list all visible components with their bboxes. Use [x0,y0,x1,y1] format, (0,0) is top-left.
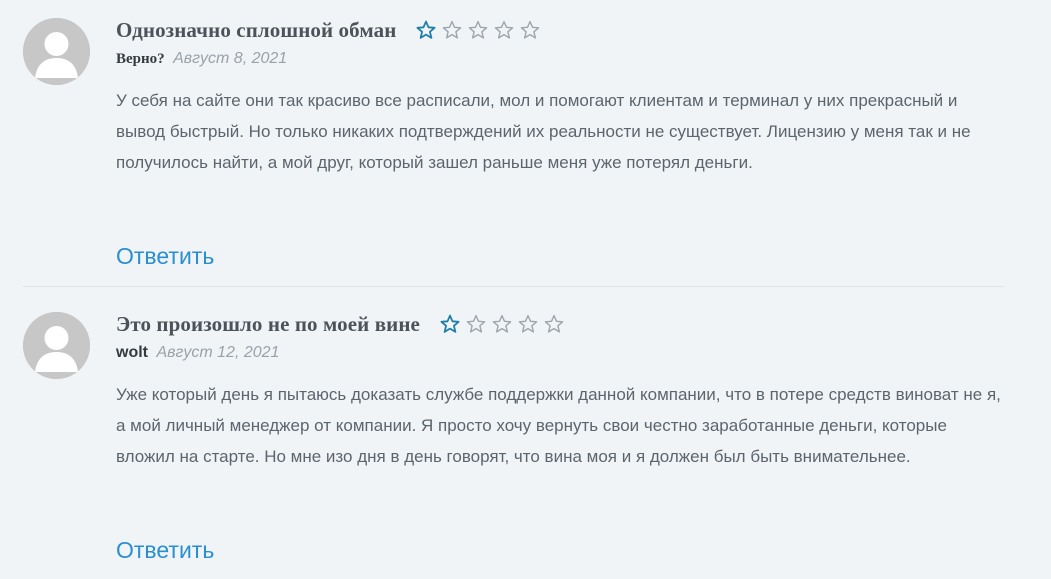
star-empty-icon [544,314,564,333]
review-author: wolt [116,344,148,361]
star-filled-icon [416,20,436,39]
review-author: Верно? [116,51,165,67]
star-empty-icon [495,20,514,39]
star-empty-icon [466,314,486,333]
reviews-list: Однозначно сплошной обман Верно? Август … [0,0,1051,579]
review-date: Август 12, 2021 [156,344,280,361]
user-silhouette-icon [23,312,90,379]
divider [23,286,1005,287]
star-empty-icon [521,20,540,39]
reply-link[interactable]: Ответить [116,537,214,564]
review-header: Это произошло не по моей вине [116,311,564,337]
reply-link[interactable]: Ответить [116,243,214,270]
avatar [23,312,90,379]
review-meta: Верно? Август 8, 2021 [116,50,287,68]
avatar [23,18,90,85]
user-silhouette-icon [23,18,90,85]
review-title: Однозначно сплошной обман [116,17,397,42]
star-empty-icon [492,314,512,333]
review-title: Это произошло не по моей вине [116,311,420,336]
review-text: У себя на сайте они так красиво все расп… [116,91,971,172]
review-text: Уже который день я пытаюсь доказать служ… [116,385,1001,466]
review-date: Август 8, 2021 [173,50,288,67]
star-empty-icon [469,20,488,39]
review-meta: wolt Август 12, 2021 [116,344,279,362]
review-header: Однозначно сплошной обман [116,17,540,43]
star-empty-icon [443,20,462,39]
rating-stars [416,20,540,40]
rating-stars [440,314,564,334]
star-filled-icon [440,314,460,333]
star-empty-icon [518,314,538,333]
